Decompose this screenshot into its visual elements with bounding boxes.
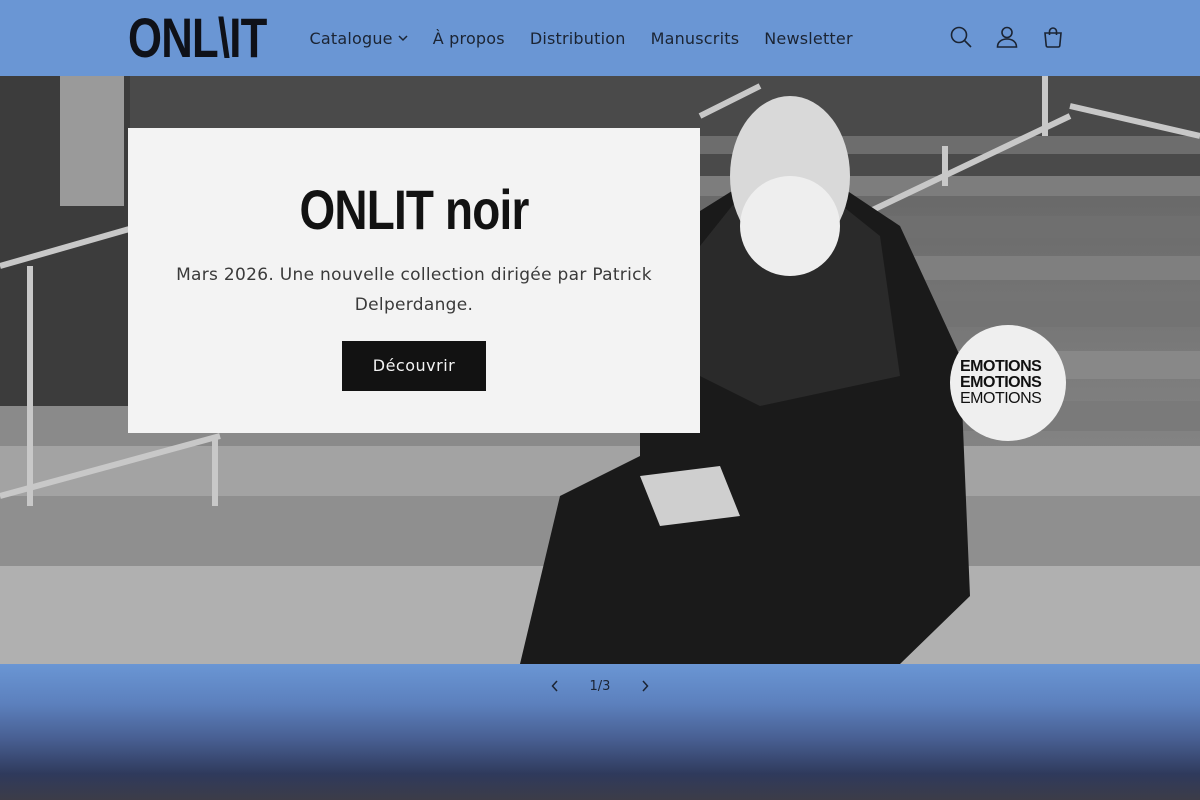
nav-item-label: Manuscrits bbox=[650, 28, 740, 48]
cart-button[interactable] bbox=[1030, 14, 1076, 60]
nav-item-label: Catalogue bbox=[309, 28, 393, 48]
header-actions bbox=[938, 14, 1076, 60]
nav-item-label: Distribution bbox=[529, 28, 626, 48]
nav-item-catalogue[interactable]: Catalogue bbox=[297, 18, 420, 58]
hero-card: ONLIT noir Mars 2026. Une nouvelle colle… bbox=[128, 128, 700, 433]
hero-title: ONLIT noir bbox=[299, 178, 529, 241]
search-icon bbox=[950, 26, 972, 48]
previous-slide-button[interactable] bbox=[532, 664, 578, 708]
nav-item-label: À propos bbox=[432, 28, 505, 48]
slider-controls-bar: 1/3 bbox=[0, 664, 1200, 800]
badge-line: EMOTIONS bbox=[960, 390, 1042, 407]
hero-description: Mars 2026. Une nouvelle collection dirig… bbox=[176, 265, 652, 315]
nav-item-label: Newsletter bbox=[764, 28, 853, 48]
search-button[interactable] bbox=[938, 14, 984, 60]
site-logo[interactable]: ONL\IT bbox=[128, 10, 267, 66]
emotions-badge: EMOTIONS EMOTIONS EMOTIONS bbox=[950, 325, 1066, 441]
chevron-left-icon bbox=[551, 680, 558, 692]
cart-icon bbox=[1044, 27, 1062, 48]
account-button[interactable] bbox=[984, 14, 1030, 60]
chevron-right-icon bbox=[642, 680, 649, 692]
nav-item-a-propos[interactable]: À propos bbox=[420, 18, 517, 58]
chevron-down-icon bbox=[398, 34, 408, 41]
main-nav: Catalogue À propos Distribution Manuscri… bbox=[297, 0, 865, 76]
site-header: ONL\IT Catalogue À propos Distribution M… bbox=[0, 0, 1200, 76]
next-slide-button[interactable] bbox=[622, 664, 668, 708]
nav-item-manuscrits[interactable]: Manuscrits bbox=[638, 18, 752, 58]
account-icon bbox=[996, 26, 1018, 48]
discover-button[interactable]: Découvrir bbox=[342, 341, 486, 391]
slide-counter: 1/3 bbox=[589, 678, 611, 694]
hero-slide: EMOTIONS EMOTIONS EMOTIONS ONLIT noir Ma… bbox=[0, 76, 1200, 664]
slider-controls: 1/3 bbox=[532, 664, 668, 708]
nav-item-distribution[interactable]: Distribution bbox=[517, 18, 638, 58]
nav-item-newsletter[interactable]: Newsletter bbox=[752, 18, 866, 58]
